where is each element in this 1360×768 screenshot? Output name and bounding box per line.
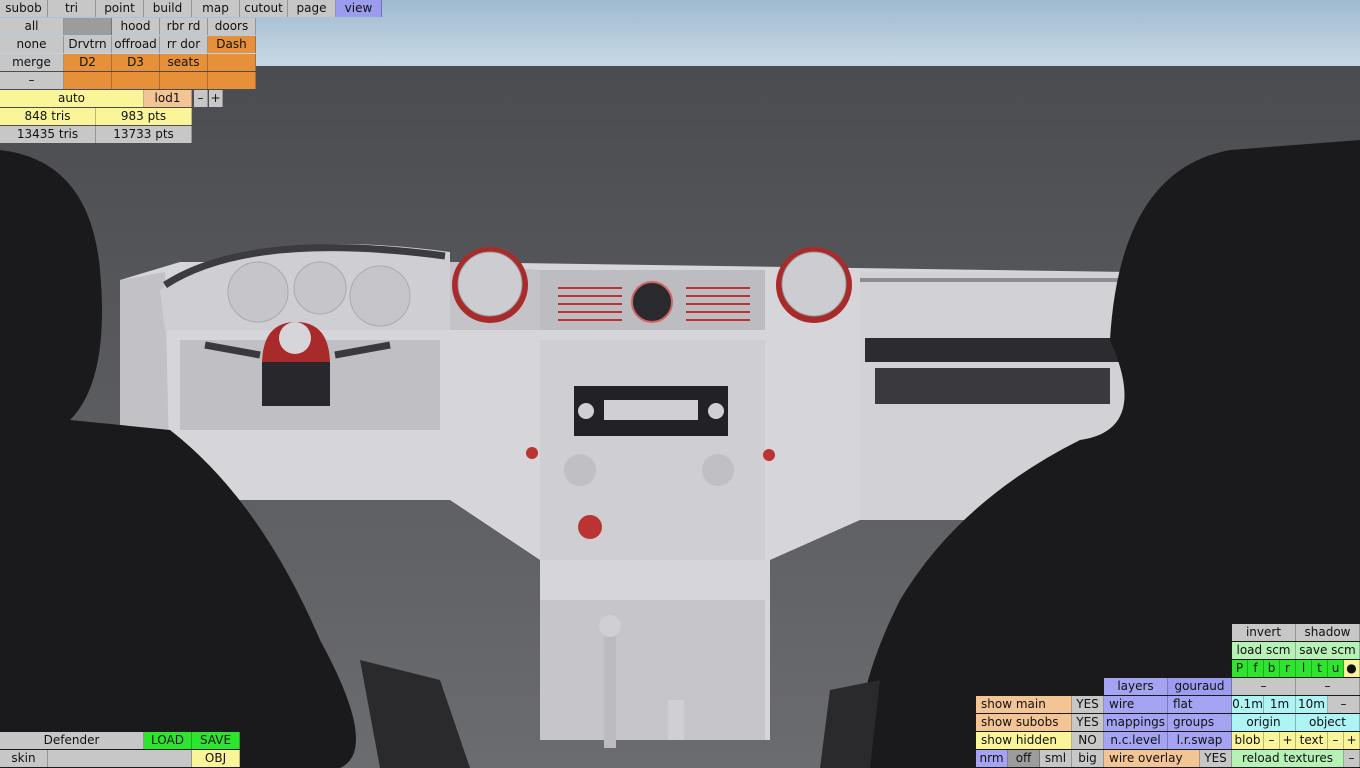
view-right-button[interactable]: r bbox=[1280, 660, 1296, 677]
lod-plus-button[interactable]: + bbox=[209, 90, 223, 107]
total-pts-count: 13733 pts bbox=[96, 126, 192, 143]
selected-tris-count: 848 tris bbox=[0, 108, 96, 125]
subob-hood[interactable]: hood bbox=[112, 18, 160, 35]
layers-button[interactable]: layers bbox=[1104, 678, 1168, 695]
groups-button[interactable]: groups bbox=[1168, 714, 1232, 731]
subob-rbr-rd[interactable]: rbr rd bbox=[160, 18, 208, 35]
lod-minus-button[interactable]: – bbox=[194, 90, 208, 107]
reload-textures-button[interactable]: reload textures bbox=[1232, 750, 1344, 767]
subob-rr-dor[interactable]: rr dor bbox=[160, 36, 208, 53]
obj-export-button[interactable]: OBJ bbox=[192, 750, 240, 767]
total-tris-count: 13435 tris bbox=[0, 126, 96, 143]
merge-button[interactable]: merge bbox=[0, 54, 64, 71]
flat-button[interactable]: flat bbox=[1168, 696, 1232, 713]
load-scm-button[interactable]: load scm bbox=[1232, 642, 1296, 659]
scale-minus-button[interactable]: – bbox=[1328, 696, 1360, 713]
text-minus-button[interactable]: – bbox=[1328, 732, 1344, 749]
subob-dash[interactable]: Dash bbox=[208, 36, 256, 53]
blob-minus-button[interactable]: – bbox=[1264, 732, 1280, 749]
subob-d3[interactable]: D3 bbox=[112, 54, 160, 71]
subob-drvtrn[interactable]: Drvtrn bbox=[64, 36, 112, 53]
gouraud-button[interactable]: gouraud bbox=[1168, 678, 1232, 695]
select-none-button[interactable]: none bbox=[0, 36, 64, 53]
object-button[interactable]: object bbox=[1296, 714, 1360, 731]
menu-build[interactable]: build bbox=[144, 0, 192, 17]
view-top-button[interactable]: t bbox=[1312, 660, 1328, 677]
view-p-button[interactable]: P bbox=[1232, 660, 1248, 677]
reload-minus-button[interactable]: – bbox=[1344, 750, 1360, 767]
invert-button[interactable]: invert bbox=[1232, 624, 1296, 641]
off-button[interactable]: off bbox=[1008, 750, 1040, 767]
save-scm-button[interactable]: save scm bbox=[1296, 642, 1360, 659]
blob-plus-button[interactable]: + bbox=[1280, 732, 1296, 749]
show-main-value[interactable]: YES bbox=[1072, 696, 1104, 713]
sml-button[interactable]: sml bbox=[1040, 750, 1072, 767]
view-under-button[interactable]: u bbox=[1328, 660, 1344, 677]
view-back-button[interactable]: b bbox=[1264, 660, 1280, 677]
nc-level-button[interactable]: n.c.level bbox=[1104, 732, 1168, 749]
show-subobs-label[interactable]: show subobs bbox=[976, 714, 1072, 731]
subob-slot[interactable] bbox=[208, 54, 256, 71]
wire-button[interactable]: wire bbox=[1104, 696, 1168, 713]
show-hidden-value[interactable]: NO bbox=[1072, 732, 1104, 749]
save-button[interactable]: SAVE bbox=[192, 732, 240, 749]
menu-tri[interactable]: tri bbox=[48, 0, 96, 17]
viewport-3d[interactable] bbox=[0, 0, 1360, 768]
subob-d2[interactable]: D2 bbox=[64, 54, 112, 71]
text-button[interactable]: text bbox=[1296, 732, 1328, 749]
wire-overlay-label[interactable]: wire overlay bbox=[1104, 750, 1200, 767]
model-name[interactable]: Defender bbox=[0, 732, 144, 749]
menu-cutout[interactable]: cutout bbox=[240, 0, 288, 17]
select-all-button[interactable]: all bbox=[0, 18, 64, 35]
skin-label: skin bbox=[0, 750, 48, 767]
show-main-label[interactable]: show main bbox=[976, 696, 1072, 713]
subob-slot[interactable] bbox=[208, 72, 256, 89]
skin-field[interactable] bbox=[48, 750, 192, 767]
show-subobs-value[interactable]: YES bbox=[1072, 714, 1104, 731]
shadow-button[interactable]: shadow bbox=[1296, 624, 1360, 641]
scale-10m-button[interactable]: 10m bbox=[1296, 696, 1328, 713]
nrm-button[interactable]: nrm bbox=[976, 750, 1008, 767]
view-dot-icon[interactable]: ● bbox=[1344, 660, 1360, 677]
lod-name[interactable]: lod1 bbox=[144, 90, 192, 107]
collapse-button[interactable]: – bbox=[0, 72, 64, 89]
text-plus-button[interactable]: + bbox=[1344, 732, 1360, 749]
wire-overlay-value[interactable]: YES bbox=[1200, 750, 1232, 767]
menu-map[interactable]: map bbox=[192, 0, 240, 17]
subob-slot[interactable] bbox=[64, 72, 112, 89]
subob-slot[interactable] bbox=[160, 72, 208, 89]
selected-pts-count: 983 pts bbox=[96, 108, 192, 125]
dash-button[interactable]: – bbox=[1232, 678, 1296, 695]
menu-page[interactable]: page bbox=[288, 0, 336, 17]
origin-button[interactable]: origin bbox=[1232, 714, 1296, 731]
scale-0-1m-button[interactable]: 0.1m bbox=[1232, 696, 1264, 713]
menu-subob[interactable]: subob bbox=[0, 0, 48, 17]
view-front-button[interactable]: f bbox=[1248, 660, 1264, 677]
subob-slot[interactable] bbox=[64, 18, 112, 35]
subob-offroad[interactable]: offroad bbox=[112, 36, 160, 53]
blob-button[interactable]: blob bbox=[1232, 732, 1264, 749]
view-left-button[interactable]: l bbox=[1296, 660, 1312, 677]
show-hidden-label[interactable]: show hidden bbox=[976, 732, 1072, 749]
scale-1m-button[interactable]: 1m bbox=[1264, 696, 1296, 713]
lod-auto-button[interactable]: auto bbox=[0, 90, 144, 107]
menu-view[interactable]: view bbox=[336, 0, 382, 17]
big-button[interactable]: big bbox=[1072, 750, 1104, 767]
subob-doors[interactable]: doors bbox=[208, 18, 256, 35]
dash-button[interactable]: – bbox=[1296, 678, 1360, 695]
load-button[interactable]: LOAD bbox=[144, 732, 192, 749]
menu-point[interactable]: point bbox=[96, 0, 144, 17]
mappings-button[interactable]: mappings bbox=[1104, 714, 1168, 731]
lr-swap-button[interactable]: l.r.swap bbox=[1168, 732, 1232, 749]
subob-slot[interactable] bbox=[112, 72, 160, 89]
subob-seats[interactable]: seats bbox=[160, 54, 208, 71]
